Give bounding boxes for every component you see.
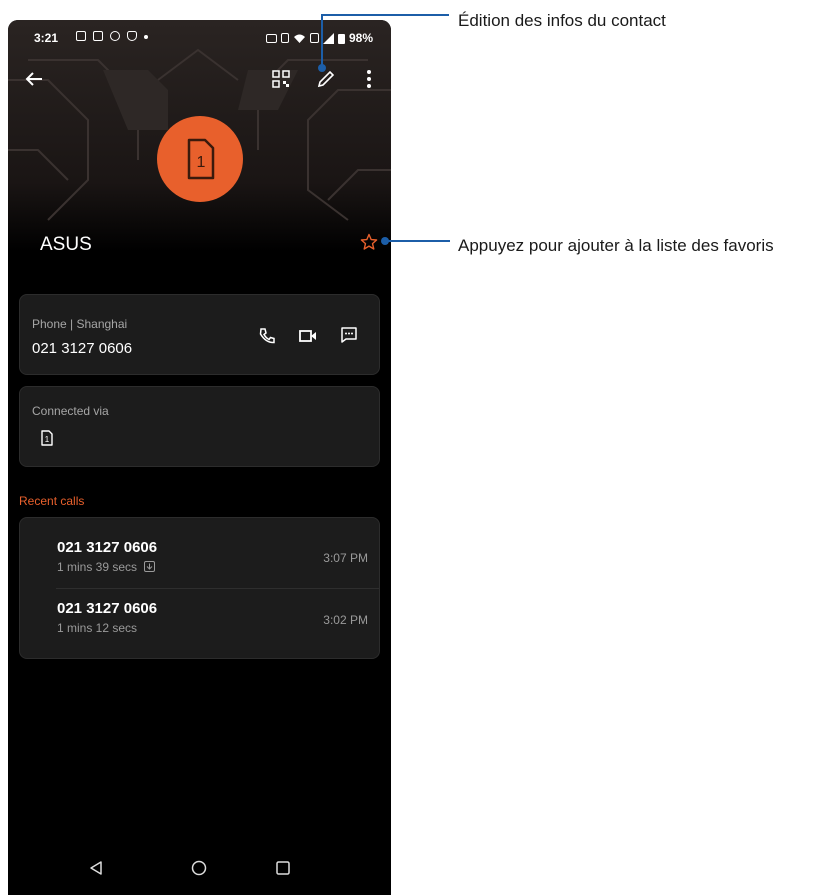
recent-call-time: 3:07 PM [323, 551, 368, 565]
signal-icon [322, 32, 334, 44]
sim-badge-text: 1 [45, 435, 50, 444]
settings-icon [110, 31, 120, 41]
recent-call-row[interactable]: 021 3127 0606 1 mins 39 secs 3:07 PM [20, 518, 379, 588]
edit-callout-text: Édition des infos du contact [458, 11, 666, 30]
recents-nav-icon[interactable] [275, 860, 291, 876]
contact-name: ASUS [40, 234, 92, 255]
recent-calls-card: 021 3127 0606 1 mins 39 secs 3:07 PM 021… [19, 517, 380, 659]
recent-call-number: 021 3127 0606 [57, 600, 158, 617]
recent-call-duration: 1 mins 39 secs [57, 560, 156, 574]
connected-via-label: Connected via [32, 404, 109, 418]
battery-icon [337, 33, 345, 44]
status-time: 3:21 [34, 31, 59, 45]
favorite-callout-dot [381, 237, 389, 245]
status-bar: 3:21 98% [8, 20, 391, 58]
more-notifications-icon [144, 35, 148, 39]
more-options-icon[interactable] [366, 69, 372, 89]
phone-card[interactable]: Phone | Shanghai 021 3127 0606 [19, 294, 380, 375]
contact-avatar: 1 [157, 116, 243, 202]
phone-label: Phone | Shanghai [32, 317, 128, 331]
vibrate-icon [280, 33, 289, 43]
nfc-icon [265, 33, 277, 43]
data-icon [309, 33, 319, 43]
recent-call-row[interactable]: 021 3127 0606 1 mins 12 secs 3:02 PM [20, 589, 379, 659]
notification-icon [93, 31, 103, 41]
video-call-icon[interactable] [298, 328, 318, 344]
recent-call-number: 021 3127 0606 [57, 539, 158, 556]
qr-code-icon[interactable] [271, 69, 291, 89]
sim-card-icon: 1 [187, 138, 215, 180]
edit-callout-line [321, 14, 449, 16]
edit-callout-dot [318, 64, 326, 72]
favorite-star-icon[interactable] [360, 233, 378, 251]
battery-level: 98% [348, 31, 373, 45]
recent-calls-title: Recent calls [19, 494, 85, 508]
favorite-callout-text: Appuyez pour ajouter à la liste des favo… [458, 236, 774, 255]
favorite-callout-line [386, 240, 450, 242]
back-nav-icon[interactable] [89, 860, 103, 876]
edit-pencil-icon[interactable] [316, 69, 336, 89]
recent-call-duration: 1 mins 12 secs [57, 621, 138, 635]
phone-number[interactable]: 021 3127 0606 [32, 340, 132, 357]
phone-screen: 3:21 98% 1 ASUS Phone | Shanghai 021 312… [8, 20, 391, 895]
connected-via-card: Connected via 1 [19, 386, 380, 467]
shield-icon [127, 31, 137, 41]
sim-card-icon: 1 [41, 430, 53, 446]
notification-icon [76, 31, 86, 41]
wifi-icon [293, 34, 305, 43]
message-icon[interactable] [340, 326, 358, 344]
back-arrow-icon[interactable] [25, 70, 43, 88]
recent-call-time: 3:02 PM [323, 613, 368, 627]
edit-callout-line [321, 15, 323, 67]
call-icon[interactable] [258, 327, 276, 345]
home-nav-icon[interactable] [191, 860, 207, 876]
avatar-badge-text: 1 [197, 154, 206, 171]
incoming-call-icon [144, 561, 156, 572]
navigation-bar [8, 845, 391, 895]
